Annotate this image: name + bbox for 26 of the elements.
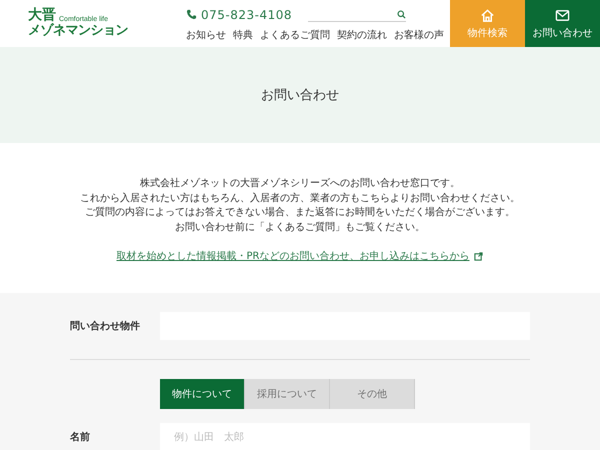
mail-icon bbox=[555, 8, 570, 22]
logo-subtitle: メゾネマンション bbox=[28, 23, 129, 39]
name-field[interactable]: 例）山田 太郎 bbox=[160, 423, 530, 450]
field-label: 名前 bbox=[70, 430, 91, 444]
logo-text: 大晋 bbox=[28, 8, 56, 23]
page-title: お問い合わせ bbox=[261, 87, 339, 104]
category-tab[interactable]: 物件について bbox=[160, 379, 245, 409]
external-link-icon[interactable] bbox=[474, 252, 484, 260]
phone-number[interactable]: 075-823-4108 bbox=[201, 8, 292, 22]
category-tab[interactable]: その他 bbox=[330, 379, 415, 409]
intro-text: 株式会社メゾネットの大晋メゾネシリーズへのお問い合わせ窓口です。 bbox=[139, 177, 461, 191]
category-tab[interactable]: 採用について bbox=[245, 379, 330, 409]
phone-icon bbox=[186, 9, 197, 20]
nav-link[interactable]: 特典 bbox=[233, 28, 253, 42]
intro-text: これから入居されたい方はもちろん、入居者の方、業者の方もこちらよりお問い合わせください。 bbox=[79, 192, 521, 206]
intro-text: ご質問の内容によってはお答えできない場合、また返答にお時間をいただく場合がございます。 bbox=[84, 206, 516, 220]
header-button[interactable]: お問い合わせ bbox=[525, 0, 600, 47]
intro-text: お問い合わせ前に「よくあるご質問」もご覧ください。 bbox=[174, 220, 426, 234]
nav-link[interactable]: 契約の流れ bbox=[337, 28, 387, 42]
field-label: 問い合わせ物件 bbox=[70, 320, 141, 333]
search-icon[interactable] bbox=[397, 10, 406, 18]
nav-link[interactable]: よくあるご質問 bbox=[260, 28, 330, 42]
nav-link[interactable]: お客様の声 bbox=[394, 28, 444, 42]
home-icon bbox=[480, 8, 495, 22]
nav-link[interactable]: お知らせ bbox=[186, 28, 226, 42]
external-link[interactable]: 取材を始めとした情報掲載・PRなどのお問い合わせ、お申し込みはこちらから bbox=[116, 249, 470, 263]
